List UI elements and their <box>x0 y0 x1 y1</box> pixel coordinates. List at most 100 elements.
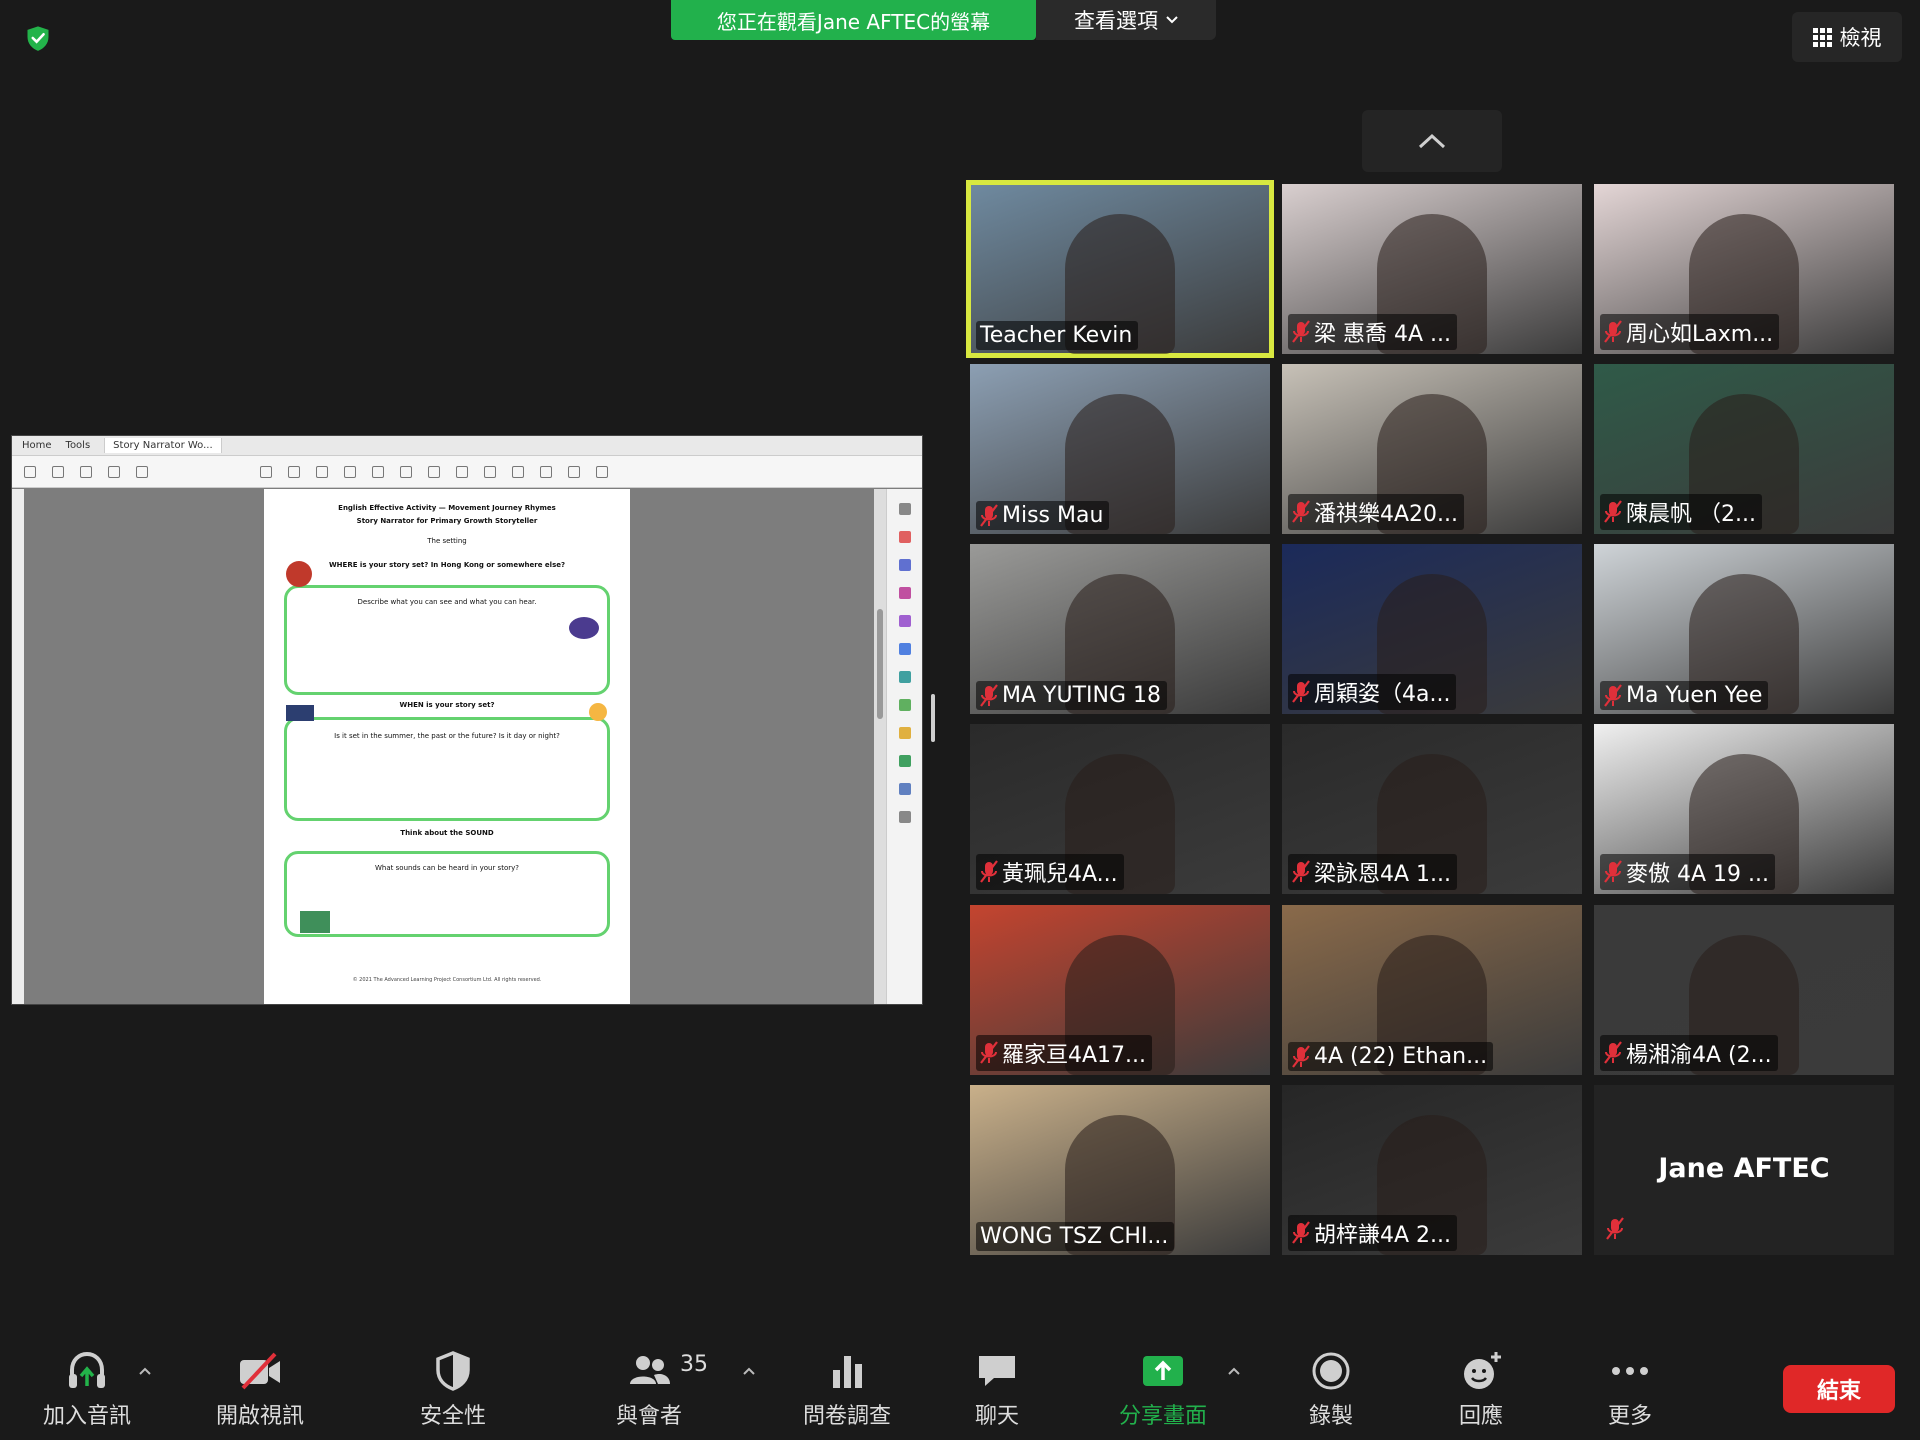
shared-tab-home: Home <box>22 440 52 451</box>
doc-laptop-image <box>286 705 314 721</box>
participants-caret-icon[interactable] <box>742 1366 756 1376</box>
participant-tile[interactable]: 梁 惠喬 4A ... <box>1282 184 1582 354</box>
participant-name: 陳晨帆 （2... <box>1626 502 1756 527</box>
join-audio-button[interactable]: 加入音訊 <box>12 1350 162 1430</box>
share-options-caret-icon[interactable] <box>1227 1366 1241 1376</box>
view-options-dropdown[interactable]: 查看選項 <box>1036 0 1216 40</box>
shared-document-page: English Effective Activity — Movement Jo… <box>264 489 630 1004</box>
chat-button[interactable]: 聊天 <box>922 1350 1072 1430</box>
mic-muted-icon <box>1292 500 1310 523</box>
participant-name: 梁 惠喬 4A ... <box>1314 322 1452 347</box>
participant-name: 麥傲 4A 19 ... <box>1626 862 1770 887</box>
participant-name-tag: 梁詠恩4A 1... <box>1288 854 1458 890</box>
collapse-gallery-button[interactable] <box>1362 110 1502 172</box>
share-screen-label: 分享畫面 <box>1118 1404 1207 1429</box>
more-dots-icon <box>1612 1367 1648 1375</box>
participant-tile[interactable]: 陳晨帆 （2... <box>1594 364 1894 534</box>
participant-name: 胡梓謙4A 2... <box>1314 1223 1452 1248</box>
doc-section-when: WHEN is your story set? <box>399 701 495 709</box>
share-screen-button[interactable]: 分享畫面 <box>1088 1350 1238 1430</box>
participant-name: 梁詠恩4A 1... <box>1314 862 1452 887</box>
mic-muted-icon <box>1604 500 1622 523</box>
more-label: 更多 <box>1607 1404 1652 1429</box>
participant-tile[interactable]: 周穎姿（4a... <box>1282 544 1582 714</box>
mic-muted-icon <box>1604 320 1622 343</box>
participant-tile[interactable]: 胡梓謙4A 2... <box>1282 1085 1582 1255</box>
participant-name: 羅家亘4A17... <box>1002 1043 1147 1068</box>
participant-tile[interactable]: Ma Yuen Yee <box>1594 544 1894 714</box>
split-view-divider[interactable] <box>931 694 935 742</box>
record-button[interactable]: 錄製 <box>1256 1350 1406 1430</box>
doc-building-image <box>300 911 330 933</box>
participant-name-tag: 周穎姿（4a... <box>1288 674 1457 710</box>
doc-character-image <box>286 561 312 587</box>
security-label: 安全性 <box>419 1404 486 1429</box>
participant-name-tag: MA YUTING 18 <box>976 681 1167 710</box>
view-layout-button[interactable]: 檢視 <box>1792 12 1902 62</box>
end-meeting-button[interactable]: 結束 <box>1783 1365 1895 1413</box>
shared-screen[interactable]: Home Tools Story Narrator Wo... English … <box>11 435 923 1005</box>
start-video-button[interactable]: 開啟視訊 <box>185 1350 335 1430</box>
participant-name-tag: 黃珮兒4A... <box>976 854 1124 890</box>
doc-box-where-text: Describe what you can see and what you c… <box>357 598 537 606</box>
participants-icon <box>630 1356 670 1384</box>
participant-name: Miss Mau <box>1002 503 1104 528</box>
participant-name-tag: Miss Mau <box>976 501 1110 530</box>
shared-right-tools <box>886 489 922 1004</box>
participant-name-tag: 周心如Laxm... <box>1600 314 1780 350</box>
mic-muted-icon <box>1606 1217 1624 1240</box>
participant-name: Teacher Kevin <box>980 323 1133 348</box>
participant-tile[interactable]: WONG TSZ CHI... <box>970 1085 1270 1255</box>
doc-box-when: Is it set in the summer, the past or the… <box>284 717 610 821</box>
participant-name-tag: 陳晨帆 （2... <box>1600 494 1762 530</box>
mic-muted-icon <box>980 860 998 883</box>
audio-options-caret-icon[interactable] <box>138 1366 152 1376</box>
doc-header-1: English Effective Activity — Movement Jo… <box>338 504 556 512</box>
view-options-label: 查看選項 <box>1074 9 1158 33</box>
mic-muted-icon <box>980 503 998 527</box>
doc-subheading: The setting <box>427 537 467 545</box>
grid-icon <box>1812 27 1832 47</box>
participant-tile[interactable]: 楊湘渝4A (2... <box>1594 905 1894 1075</box>
participant-name: 潘祺樂4A20... <box>1314 502 1459 527</box>
chevron-down-icon <box>1166 16 1178 24</box>
join-audio-label: 加入音訊 <box>42 1404 131 1429</box>
bar-chart-icon <box>833 1356 862 1388</box>
participant-tile[interactable]: 潘祺樂4A20... <box>1282 364 1582 534</box>
shared-scrollbar[interactable] <box>874 489 886 1004</box>
more-button[interactable]: 更多 <box>1555 1350 1705 1430</box>
polls-button[interactable]: 問卷調查 <box>772 1350 922 1430</box>
doc-section-sound: Think about the SOUND <box>400 829 494 837</box>
participant-tile[interactable]: Teacher Kevin <box>966 180 1274 358</box>
participant-tile[interactable]: 麥傲 4A 19 ... <box>1594 724 1894 894</box>
participant-name: MA YUTING 18 <box>1002 683 1161 708</box>
security-shield-icon[interactable] <box>24 24 52 52</box>
participant-tile[interactable]: 羅家亘4A17... <box>970 905 1270 1075</box>
participant-name-tag: 潘祺樂4A20... <box>1288 494 1465 530</box>
participant-tile[interactable]: 周心如Laxm... <box>1594 184 1894 354</box>
participant-tile[interactable]: MA YUTING 18 <box>970 544 1270 714</box>
participant-name-tag: Ma Yuen Yee <box>1600 681 1769 710</box>
participant-name-tag: 胡梓謙4A 2... <box>1288 1215 1458 1251</box>
view-layout-label: 檢視 <box>1839 26 1882 50</box>
headphone-icon <box>69 1351 105 1388</box>
participant-name-tag: 羅家亘4A17... <box>976 1035 1153 1071</box>
doc-sun-image <box>589 703 607 721</box>
meeting-toolbar: 加入音訊 開啟視訊 安全性 與會者 35 問卷調查 聊天 分享畫面 錄製 回應 … <box>0 1330 1920 1440</box>
doc-box-sound-text: What sounds can be heard in your story? <box>375 864 519 872</box>
participant-tile[interactable]: 4A (22) Ethan... <box>1282 905 1582 1075</box>
participant-name-tag: 楊湘渝4A (2... <box>1600 1035 1778 1071</box>
participant-name: 楊湘渝4A (2... <box>1626 1043 1772 1068</box>
video-off-icon <box>240 1352 280 1390</box>
participant-tile[interactable]: 梁詠恩4A 1... <box>1282 724 1582 894</box>
record-label: 錄製 <box>1308 1404 1353 1429</box>
reactions-button[interactable]: 回應 <box>1406 1350 1556 1430</box>
participant-tile[interactable]: 黃珮兒4A... <box>970 724 1270 894</box>
security-button[interactable]: 安全性 <box>378 1350 528 1430</box>
participant-name-tag: WONG TSZ CHI... <box>976 1222 1175 1251</box>
start-video-label: 開啟視訊 <box>215 1404 304 1429</box>
mic-muted-icon <box>1292 1221 1310 1244</box>
shared-app-tabs: Home Tools Story Narrator Wo... <box>12 436 922 456</box>
participant-tile[interactable]: Jane AFTEC <box>1594 1085 1894 1255</box>
participant-tile[interactable]: Miss Mau <box>970 364 1270 534</box>
